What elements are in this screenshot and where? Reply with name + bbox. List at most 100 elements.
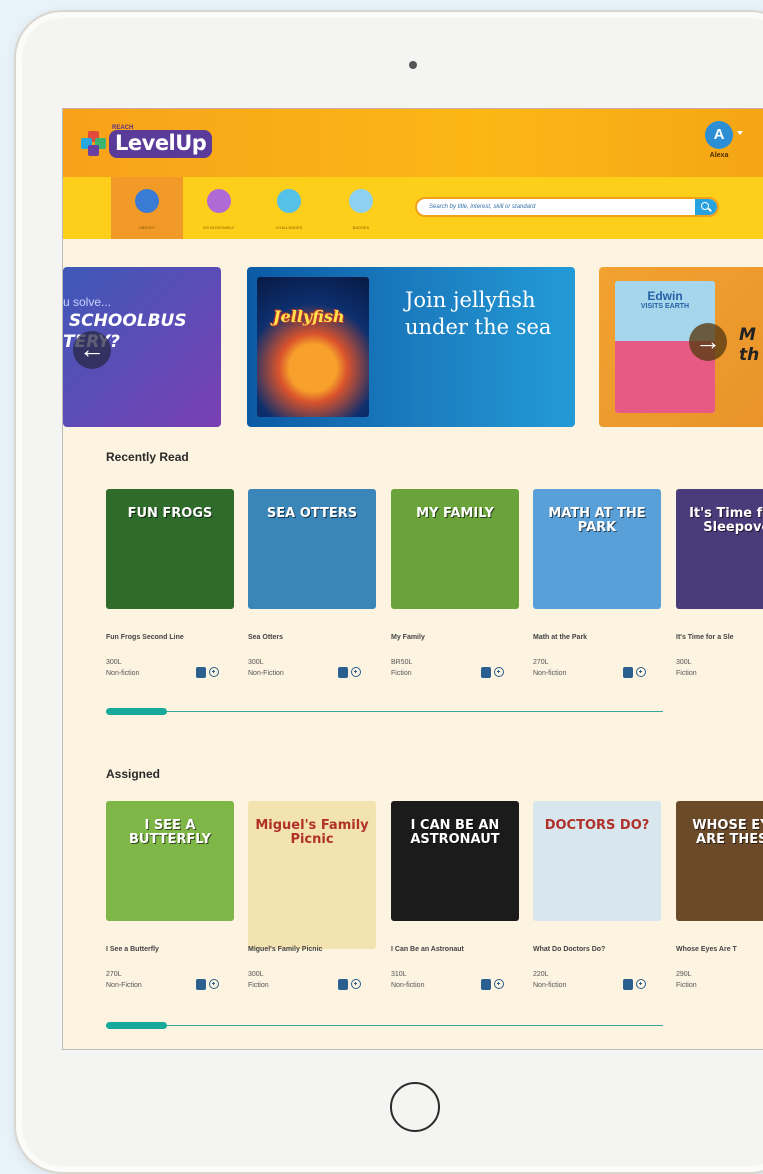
bookmark-icon[interactable] bbox=[338, 979, 348, 990]
search-button[interactable] bbox=[695, 199, 717, 215]
add-circle-icon[interactable] bbox=[636, 667, 646, 677]
scrollbar-thumb[interactable] bbox=[106, 708, 167, 715]
book-genre: Fiction bbox=[248, 982, 269, 989]
book-level: BR50L bbox=[391, 659, 413, 666]
challenges-icon bbox=[277, 189, 301, 213]
book-cover-title: Jellyfish bbox=[273, 307, 345, 326]
bookmark-icon[interactable] bbox=[338, 667, 348, 678]
book-cover-title: DOCTORS DO? bbox=[544, 818, 650, 833]
bookmark-icon[interactable] bbox=[623, 667, 633, 678]
book-cover[interactable]: I CAN BE AN ASTRONAUT bbox=[391, 801, 519, 921]
book-genre: Fiction bbox=[676, 982, 697, 989]
section-title-assigned: Assigned bbox=[106, 767, 161, 781]
book-title[interactable]: Math at the Park bbox=[533, 633, 657, 642]
book-cover[interactable]: Miguel's Family Picnic bbox=[248, 801, 376, 949]
book-genre: Non-fiction bbox=[391, 982, 425, 989]
nav-item-library[interactable]: LIBRARY bbox=[111, 177, 183, 239]
book-genre: Fiction bbox=[391, 670, 412, 677]
book-actions bbox=[481, 667, 504, 678]
add-circle-icon[interactable] bbox=[494, 667, 504, 677]
book-cover[interactable]: SEA OTTERS bbox=[248, 489, 376, 609]
book-genre: Fiction bbox=[676, 670, 697, 677]
book-genre: Non-Fiction bbox=[106, 982, 142, 989]
book-title[interactable]: It's Time for a Sle bbox=[676, 633, 763, 642]
book-title[interactable]: I Can Be an Astronaut bbox=[391, 945, 515, 954]
book-cover-title: I SEE A BUTTERFLY bbox=[129, 818, 211, 847]
banner-title: Join jellyfish under the sea bbox=[405, 288, 552, 339]
book-actions bbox=[481, 979, 504, 990]
nav-label: LIBRARY bbox=[138, 225, 156, 230]
book-cover[interactable]: FUN FROGS bbox=[106, 489, 234, 609]
book-cover[interactable]: MY FAMILY bbox=[391, 489, 519, 609]
book-level: 300L bbox=[248, 971, 264, 978]
book-cover[interactable]: DOCTORS DO? bbox=[533, 801, 661, 921]
search-input[interactable]: Search by title, interest, skill or stan… bbox=[415, 197, 719, 217]
nav-label: BADGES bbox=[352, 225, 370, 230]
carousel-banner-edwin[interactable]: Edwin VISITS EARTH M th bbox=[599, 267, 763, 427]
bookmark-icon[interactable] bbox=[623, 979, 633, 990]
book-title[interactable]: My Family bbox=[391, 633, 515, 642]
add-circle-icon[interactable] bbox=[494, 979, 504, 989]
arrow-left-icon[interactable]: ← bbox=[73, 331, 111, 369]
bookmark-icon[interactable] bbox=[481, 979, 491, 990]
book-title[interactable]: Whose Eyes Are T bbox=[676, 945, 763, 954]
carousel-banner-jellyfish[interactable]: Jellyfish Join jellyfish under the sea bbox=[247, 267, 575, 427]
logo-mark-icon bbox=[81, 131, 107, 157]
book-cover-title: MY FAMILY bbox=[416, 506, 494, 521]
home-button[interactable] bbox=[390, 1082, 440, 1132]
book-cover-title: WHOSE EYES ARE THESE? bbox=[692, 818, 763, 847]
book-level: 270L bbox=[533, 659, 549, 666]
book-title[interactable]: I See a Butterfly bbox=[106, 945, 230, 954]
book-cover[interactable]: MATH AT THE PARK bbox=[533, 489, 661, 609]
app-screen: REACH LevelUp A Alexa LIBRARY MY BOOKSHE… bbox=[62, 108, 763, 1050]
arrow-right-icon[interactable]: → bbox=[689, 323, 727, 361]
add-circle-icon[interactable] bbox=[351, 979, 361, 989]
levelup-logo[interactable]: REACH LevelUp bbox=[81, 123, 213, 165]
book-actions bbox=[623, 667, 646, 678]
book-actions bbox=[196, 667, 219, 678]
logo-small-text: REACH bbox=[112, 125, 134, 131]
nav-item-my-bookshelf[interactable]: MY BOOKSHELF bbox=[183, 177, 255, 239]
book-title[interactable]: Miguel's Family Picnic bbox=[248, 945, 372, 954]
book-cover[interactable]: It's Time for a Sleepover bbox=[676, 489, 763, 609]
nav-item-badges[interactable]: BADGES bbox=[325, 177, 397, 239]
book-level: 300L bbox=[106, 659, 122, 666]
search-icon bbox=[701, 202, 709, 210]
add-circle-icon[interactable] bbox=[209, 667, 219, 677]
avatar-name: Alexa bbox=[709, 152, 729, 159]
bookmark-icon[interactable] bbox=[481, 667, 491, 678]
app-header: REACH LevelUp A Alexa bbox=[63, 109, 763, 177]
book-title[interactable]: Fun Frogs Second Line bbox=[106, 633, 230, 642]
chevron-down-icon[interactable] bbox=[737, 131, 743, 135]
scrollbar-thumb[interactable] bbox=[106, 1022, 167, 1029]
book-cover-title: It's Time for a Sleepover bbox=[689, 506, 763, 535]
assigned-scrollbar[interactable] bbox=[106, 1022, 663, 1029]
book-title[interactable]: Sea Otters bbox=[248, 633, 372, 642]
search-placeholder: Search by title, interest, skill or stan… bbox=[429, 204, 536, 210]
book-cover[interactable]: WHOSE EYES ARE THESE? bbox=[676, 801, 763, 921]
book-cover-title: FUN FROGS bbox=[127, 506, 213, 521]
book-actions bbox=[623, 979, 646, 990]
bookmark-icon[interactable] bbox=[196, 667, 206, 678]
add-circle-icon[interactable] bbox=[351, 667, 361, 677]
book-level: 290L bbox=[676, 971, 692, 978]
bookmark-icon[interactable] bbox=[196, 979, 206, 990]
add-circle-icon[interactable] bbox=[209, 979, 219, 989]
book-cover-title: Miguel's Family Picnic bbox=[255, 818, 369, 847]
avatar[interactable]: A bbox=[705, 121, 733, 149]
add-circle-icon[interactable] bbox=[636, 979, 646, 989]
library-icon bbox=[135, 189, 159, 213]
book-cover-jellyfish: Jellyfish bbox=[257, 277, 369, 417]
book-cover-title: MATH AT THE PARK bbox=[548, 506, 646, 535]
book-cover-title: I CAN BE AN ASTRONAUT bbox=[410, 818, 500, 847]
book-title[interactable]: What Do Doctors Do? bbox=[533, 945, 657, 954]
book-level: 270L bbox=[106, 971, 122, 978]
book-level: 300L bbox=[248, 659, 264, 666]
recently-read-scrollbar[interactable] bbox=[106, 708, 663, 715]
book-cover-title: Edwin bbox=[647, 289, 683, 303]
nav-item-challenges[interactable]: CHALLENGES bbox=[253, 177, 325, 239]
main-nav: LIBRARY MY BOOKSHELF CHALLENGES BADGES S… bbox=[63, 177, 763, 239]
book-actions bbox=[338, 667, 361, 678]
book-genre: Non-fiction bbox=[533, 982, 567, 989]
book-cover[interactable]: I SEE A BUTTERFLY bbox=[106, 801, 234, 921]
